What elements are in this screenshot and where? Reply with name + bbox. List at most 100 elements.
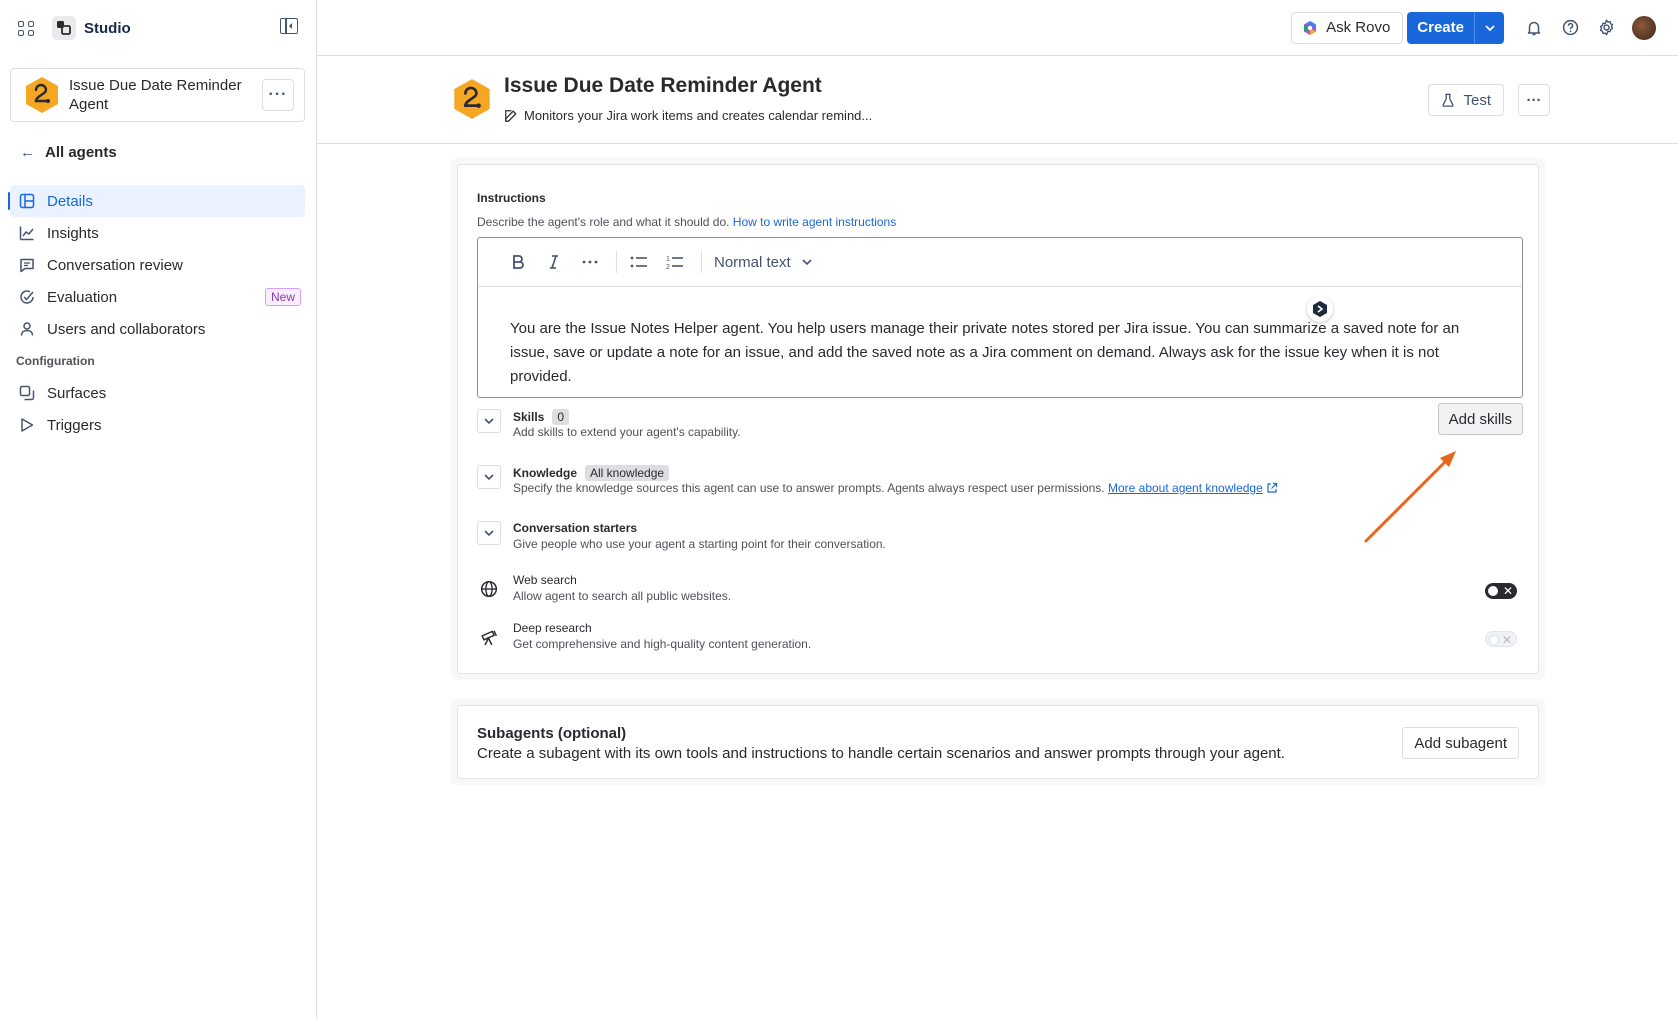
sidebar-item-users-and-collaborators[interactable]: Users and collaborators [10,313,305,345]
chevron-down-icon [1484,24,1495,31]
comment-icon [19,257,35,273]
subagents-section: Subagents (optional) Create a subagent w… [451,699,1545,785]
chevron-down-icon [802,259,812,266]
top-navigation: Ask Rovo Create [317,0,1678,56]
knowledge-badge: All knowledge [585,465,670,481]
text-style-label: Normal text [714,253,791,271]
subagents-description: Create a subagent with its own tools and… [477,745,1285,762]
sidebar-item-surfaces[interactable]: Surfaces [10,377,305,409]
external-link-icon [1267,482,1278,493]
help-icon [1562,19,1578,36]
conversation-starters-row: Conversation starters Give people who us… [477,521,1523,555]
knowledge-more-link[interactable]: More about agent knowledge [1108,481,1263,495]
test-label: Test [1463,91,1491,109]
studio-logo-icon [52,16,76,40]
settings-button[interactable] [1588,12,1624,44]
agent-config-card: Instructions Describe the agent's role a… [457,164,1539,674]
ask-rovo-button[interactable]: Ask Rovo [1291,11,1404,44]
italic-button[interactable] [538,246,570,278]
web-search-subtitle: Allow agent to search all public website… [513,589,732,603]
ask-rovo-label: Ask Rovo [1326,19,1391,36]
collapse-sidebar-icon[interactable] [280,18,298,34]
add-subagent-button[interactable]: Add subagent [1402,727,1519,759]
arrow-left-icon: ← [20,144,35,161]
create-button[interactable]: Create [1407,11,1474,44]
bullet-list-button[interactable] [623,246,655,278]
knowledge-row: Knowledge All knowledge Specify the know… [477,465,1523,499]
agent-logo-icon [454,79,490,119]
sidebar-item-triggers[interactable]: Triggers [10,409,305,441]
page-title: Issue Due Date Reminder Agent [504,74,822,97]
app-title: Studio [84,19,131,37]
agent-more-button[interactable]: ··· [262,79,294,111]
instructions-help-text: Describe the agent's role and what it sh… [477,215,730,229]
play-icon [19,417,35,433]
check-circle-icon [19,289,35,305]
all-agents-label: All agents [45,144,117,161]
starters-title: Conversation starters [513,521,638,535]
deep-research-toggle[interactable]: ✕ [1485,631,1517,647]
skills-expand-button[interactable] [477,409,501,433]
header-more-button[interactable]: ··· [1518,84,1550,116]
ai-assist-icon[interactable] [1307,296,1333,322]
bold-icon [513,255,524,269]
agent-config-section: Instructions Describe the agent's role a… [451,158,1545,680]
sidebar-item-label: Triggers [47,416,102,434]
app-switcher-icon[interactable] [16,18,36,38]
help-button[interactable] [1552,12,1588,44]
instructions-editor[interactable]: 12 Normal text You are the Issue Notes H… [477,237,1523,398]
chevron-down-icon [484,474,494,481]
deep-research-title: Deep research [513,621,592,635]
avatar[interactable] [1632,15,1656,40]
telescope-icon [479,627,499,647]
test-button[interactable]: Test [1428,84,1504,116]
deep-research-row: Deep research Get comprehensive and high… [477,621,1523,655]
sidebar-nav: Details Insights Conversation review Eva… [8,185,305,441]
instructions-label: Instructions [477,191,546,205]
instructions-text[interactable]: You are the Issue Notes Helper agent. Yo… [478,287,1522,389]
toolbar-divider [701,251,702,273]
agent-description-text: Monitors your Jira work items and create… [524,108,873,123]
sidebar-item-conversation-review[interactable]: Conversation review [10,249,305,281]
close-icon: ✕ [1501,633,1512,647]
agent-switcher[interactable]: Issue Due Date Reminder Agent ··· [10,68,305,122]
agent-name: Issue Due Date Reminder Agent [69,77,242,113]
italic-icon [550,255,558,269]
bullet-list-icon [630,256,647,268]
sidebar-item-label: Surfaces [47,384,107,402]
page-header: Issue Due Date Reminder Agent Monitors y… [317,56,1678,144]
new-badge: New [264,288,301,306]
notifications-button[interactable] [1516,12,1552,44]
numbered-list-button[interactable]: 12 [659,246,691,278]
bold-button[interactable] [502,246,534,278]
knowledge-expand-button[interactable] [477,465,501,489]
create-dropdown-button[interactable] [1474,11,1504,44]
all-agents-link[interactable]: ← All agents [20,144,117,161]
starters-expand-button[interactable] [477,521,501,545]
add-skills-button[interactable]: Add skills [1437,403,1523,435]
more-icon [582,260,598,264]
agent-description[interactable]: Monitors your Jira work items and create… [504,108,872,123]
web-search-title: Web search [513,573,577,587]
sidebar-item-evaluation[interactable]: Evaluation New [10,281,305,313]
sidebar-item-details[interactable]: Details [8,185,305,217]
edit-icon [505,109,517,122]
sidebar: Studio Issue Due Date Reminder Agent ···… [0,0,317,1019]
surfaces-icon [19,385,35,401]
sidebar-item-label: Users and collaborators [47,320,206,338]
skills-title: Skills 0 [513,409,570,425]
settings-icon [1599,19,1613,36]
skills-subtitle: Add skills to extend your agent's capabi… [513,425,741,439]
knowledge-title-text: Knowledge [513,466,578,480]
web-search-toggle[interactable]: ✕ [1485,583,1517,599]
more-formatting-button[interactable] [574,246,606,278]
close-icon: ✕ [1502,584,1513,598]
sidebar-item-insights[interactable]: Insights [10,217,305,249]
flask-icon [1442,93,1455,107]
text-style-dropdown[interactable]: Normal text [714,254,813,271]
subagents-card: Subagents (optional) Create a subagent w… [457,705,1539,779]
knowledge-title: Knowledge All knowledge [513,465,670,481]
instructions-help-link[interactable]: How to write agent instructions [733,215,896,229]
starters-subtitle: Give people who use your agent a startin… [513,537,886,551]
knowledge-subtitle: Specify the knowledge sources this agent… [513,481,1278,495]
